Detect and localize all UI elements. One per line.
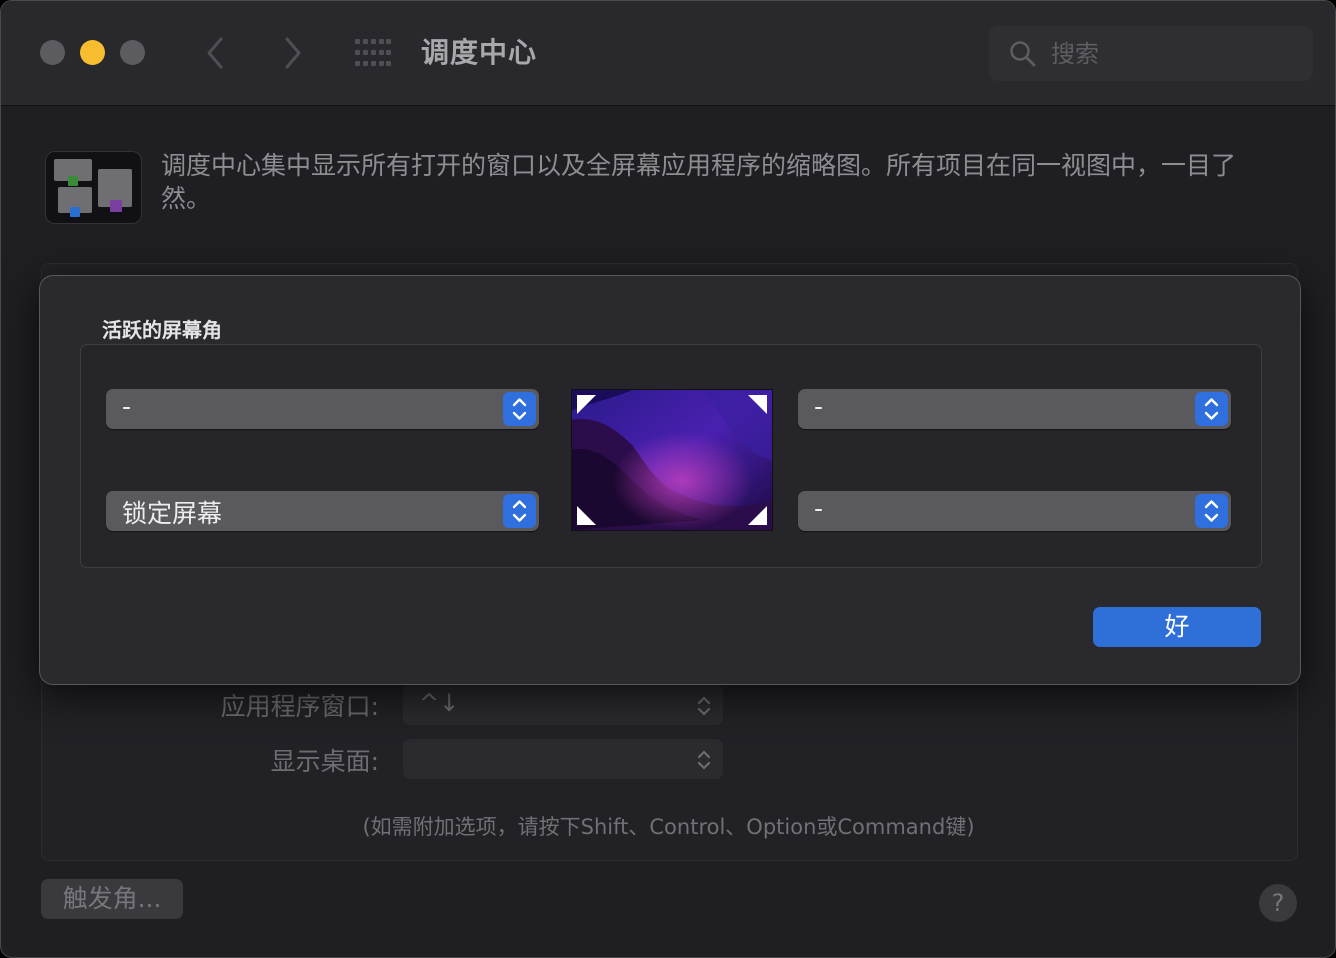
popup-stepper <box>1195 392 1228 426</box>
sheet-title: 活跃的屏幕角 <box>102 318 222 342</box>
pane-description: 调度中心集中显示所有打开的窗口以及全屏幕应用程序的缩略图。所有项目在同一视图中，… <box>161 151 1237 213</box>
bottom-right-corner-popup[interactable]: - <box>798 491 1231 531</box>
chevron-updown-icon <box>1204 500 1219 522</box>
app-windows-shortcut-value: ^↓ <box>419 689 460 717</box>
top-left-corner-popup[interactable]: - <box>106 389 539 429</box>
bottom-right-corner-value: - <box>814 494 824 523</box>
popup-stepper <box>503 392 536 426</box>
back-button[interactable] <box>201 31 231 75</box>
screen-preview-image <box>571 389 773 531</box>
search-icon <box>1010 41 1036 67</box>
top-right-corner-popup[interactable]: - <box>798 389 1231 429</box>
ok-button[interactable]: 好 <box>1093 607 1261 647</box>
chevron-updown-icon <box>697 696 711 716</box>
search-field-container[interactable] <box>989 26 1313 81</box>
bottom-left-corner-popup[interactable]: 锁定屏幕 <box>106 491 539 531</box>
show-desktop-shortcut-select[interactable] <box>403 739 723 779</box>
popup-stepper <box>1195 494 1228 528</box>
bottom-left-corner-value: 锁定屏幕 <box>122 499 223 528</box>
chevron-updown-icon <box>512 398 527 420</box>
help-button[interactable]: ? <box>1259 884 1297 922</box>
grid-icon <box>355 39 391 66</box>
chevron-updown-icon <box>697 750 711 770</box>
search-input[interactable] <box>1049 34 1293 74</box>
hot-corners-sheet: 活跃的屏幕角 - - 锁定屏幕 - 好 <box>39 275 1301 685</box>
chevron-left-icon <box>207 37 223 69</box>
minimize-window-button[interactable] <box>80 40 105 65</box>
system-preferences-window: 调度中心 调度中心集中显示所有打开的窗口以及全屏幕应用程序的缩略图。所有项目在同… <box>0 0 1336 958</box>
hot-corners-button[interactable]: 触发角... <box>41 879 183 919</box>
zoom-window-button[interactable] <box>120 40 145 65</box>
popup-stepper <box>503 494 536 528</box>
chevron-updown-icon <box>512 500 527 522</box>
app-windows-shortcut-select[interactable]: ^↓ <box>403 685 723 725</box>
show-all-grid-button[interactable] <box>355 39 391 67</box>
modifier-keys-hint: (如需附加选项，请按下Shift、Control、Option或Command键… <box>362 815 975 839</box>
show-desktop-label: 显示桌面: <box>270 747 379 776</box>
top-left-corner-value: - <box>122 392 132 421</box>
top-right-corner-value: - <box>814 392 824 421</box>
window-title: 调度中心 <box>421 36 538 69</box>
mission-control-icon <box>45 151 142 224</box>
title-bar: 调度中心 <box>1 1 1335 106</box>
app-windows-label: 应用程序窗口: <box>220 692 379 721</box>
close-window-button[interactable] <box>40 40 65 65</box>
chevron-updown-icon <box>1204 398 1219 420</box>
chevron-right-icon <box>285 37 301 69</box>
forward-button[interactable] <box>277 31 307 75</box>
